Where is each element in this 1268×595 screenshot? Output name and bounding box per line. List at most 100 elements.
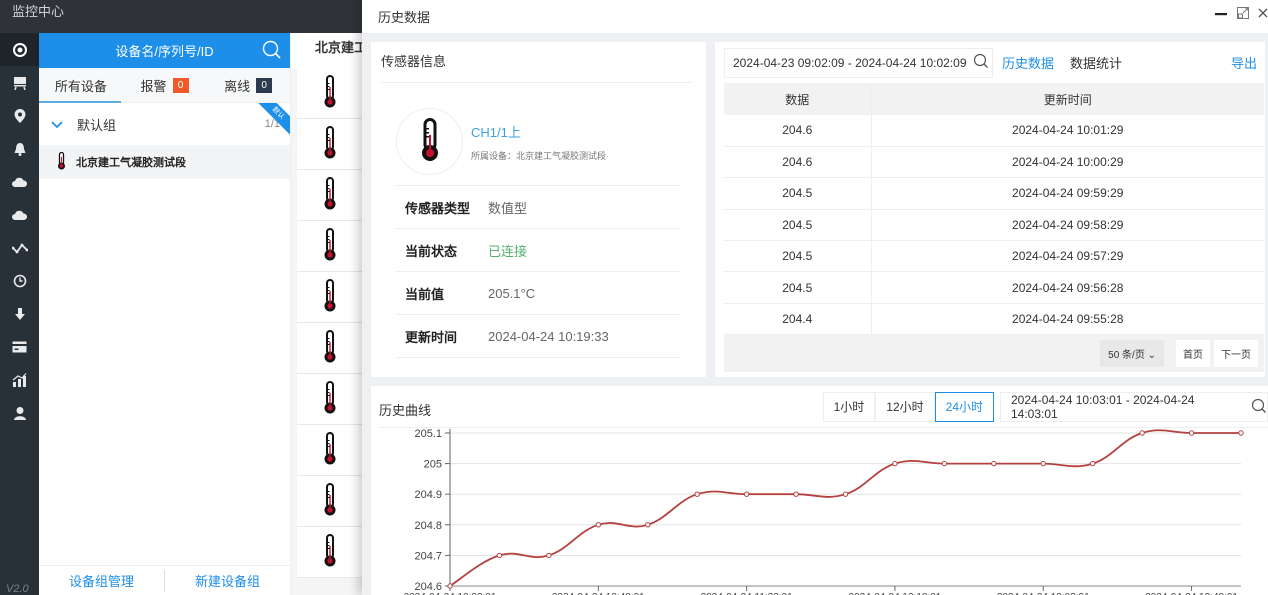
table-row: 204.5 2024-04-24 09:56:28 — [724, 271, 1264, 304]
trend-icon[interactable] — [0, 231, 39, 264]
manage-groups-button[interactable]: 设备组管理 — [39, 571, 164, 590]
stats-icon[interactable] — [0, 363, 39, 396]
thermometer-icon — [324, 278, 336, 316]
device-item[interactable]: 北京建工气凝胶测试段 — [39, 145, 290, 179]
column-header-data: 数据 — [724, 83, 872, 115]
tab-alarm[interactable]: 报警 0 — [123, 76, 207, 95]
sensor-list-item[interactable] — [297, 221, 362, 272]
data-point — [991, 460, 997, 467]
date-range-input[interactable]: 2024-04-23 09:02:09 - 2024-04-24 10:02:0… — [724, 47, 993, 78]
thermometer-icon — [419, 118, 441, 165]
search-icon[interactable] — [262, 40, 282, 63]
series-line — [449, 429, 1241, 587]
modal-header: 历史数据 — [362, 0, 1268, 33]
first-page-button[interactable]: 首页 — [1176, 340, 1210, 368]
sensor-name[interactable]: CH1/1上 — [471, 122, 606, 141]
device-panel: 设备名/序列号/ID 所有设备 报警 0 离线 0 默认组 1/1 默认 北京建工气… — [39, 33, 290, 595]
data-point — [1089, 460, 1096, 467]
thermometer-icon — [324, 533, 336, 571]
data-point — [1188, 430, 1195, 436]
info-row-current: 当前值 205.1°C — [396, 272, 681, 315]
device-panel-footer: 设备组管理 新建设备组 — [39, 565, 290, 595]
device-tabs: 所有设备 报警 0 离线 0 — [39, 68, 290, 103]
sensor-list-item[interactable] — [297, 425, 362, 476]
search-placeholder: 设备名/序列号/ID — [115, 44, 214, 59]
download-icon[interactable] — [0, 297, 39, 330]
device-group[interactable]: 默认组 1/1 默认 — [39, 103, 290, 145]
search-icon[interactable] — [973, 53, 989, 72]
data-point — [892, 460, 898, 467]
table-row: 204.5 2024-04-24 09:57:29 — [724, 240, 1264, 273]
sensor-device-label: 所属设备：北京建工气凝胶测试段 — [471, 150, 607, 161]
sensor-list-item[interactable] — [297, 476, 362, 527]
device-search-input[interactable]: 设备名/序列号/ID — [39, 33, 290, 68]
sensor-list-item[interactable] — [297, 119, 362, 170]
tab-data-stats[interactable]: 数据统计 — [1070, 53, 1122, 72]
tab-offline[interactable]: 离线 0 — [206, 76, 290, 95]
cell-time: 2024-04-24 09:58:29 — [871, 209, 1264, 242]
new-group-button[interactable]: 新建设备组 — [165, 571, 290, 590]
tab-all-devices[interactable]: 所有设备 — [39, 76, 123, 95]
history-table: 数据 更新时间 204.6 2024-04-24 10:01:29 204.6 202… — [724, 83, 1264, 336]
close-icon[interactable] — [1258, 6, 1268, 23]
data-point — [1238, 430, 1244, 436]
info-key: 传感器类型 — [405, 200, 471, 216]
info-row-updated: 更新时间 2024-04-24 10:19:33 — [396, 315, 681, 358]
next-page-button[interactable]: 下一页 — [1214, 340, 1258, 368]
thermometer-icon — [324, 482, 336, 520]
bell-icon[interactable] — [0, 132, 39, 165]
cell-time: 2024-04-24 10:01:29 — [871, 115, 1264, 147]
history-curve-card: 历史曲线 1小时 12小时 24小时 2024-04-24 10:03:01 -… — [371, 386, 1268, 595]
sensor-list-item[interactable] — [297, 170, 362, 221]
data-point — [595, 522, 602, 528]
column-header-time: 更新时间 — [871, 83, 1264, 115]
thermometer-icon — [324, 431, 336, 469]
cell-value: 204.5 — [724, 209, 872, 242]
sensor-list-item[interactable] — [297, 68, 362, 119]
y-tick-label: 204.7 — [414, 550, 442, 562]
info-row-status: 当前状态 已连接 — [396, 229, 681, 272]
cloud-icon[interactable] — [0, 165, 39, 198]
cell-value: 204.6 — [724, 146, 872, 179]
cell-value: 204.4 — [724, 303, 872, 336]
user-icon[interactable] — [0, 396, 39, 429]
offline-count-badge: 0 — [256, 77, 273, 93]
app-title: 监控中心 — [0, 0, 362, 33]
table-row: 204.5 2024-04-24 09:58:29 — [724, 209, 1264, 242]
sensor-list-item[interactable] — [297, 323, 362, 374]
data-point — [447, 583, 453, 589]
icon-sidebar: V2.0 — [0, 33, 39, 595]
sensor-list-item[interactable] — [297, 272, 362, 323]
export-button[interactable]: 导出 — [1231, 53, 1257, 72]
history-modal: 历史数据 传感器信息 CH1/1上 所属设备：北京建工气凝胶测试段 传感器类型 数… — [362, 0, 1268, 595]
cloud-icon-2[interactable] — [0, 198, 39, 231]
target-icon[interactable] — [0, 33, 39, 66]
tab-label: 所有设备 — [54, 78, 107, 94]
device-column-header: 北京建工 — [291, 33, 362, 68]
device-name: 北京建工气凝胶测试段 — [76, 157, 186, 169]
monitor-icon[interactable] — [0, 66, 39, 99]
y-tick-label: 204.8 — [414, 520, 442, 532]
maximize-icon[interactable] — [1236, 6, 1250, 23]
data-point — [793, 491, 799, 497]
history-line-chart: 204.6204.7204.8204.9205205.12024-04-24 1… — [404, 428, 1244, 595]
data-point — [496, 552, 503, 559]
data-point — [743, 491, 750, 497]
card-icon[interactable] — [0, 330, 39, 363]
data-point — [1139, 430, 1145, 436]
sensor-list-item[interactable] — [297, 374, 362, 425]
cell-time: 2024-04-24 09:59:29 — [871, 177, 1264, 210]
tab-label: 报警 — [140, 78, 167, 94]
chevron-down-icon[interactable] — [51, 116, 63, 132]
tab-history-data[interactable]: 历史数据 — [1002, 53, 1054, 72]
info-value: 2024-04-24 10:19:33 — [488, 328, 609, 344]
sensor-list-item[interactable] — [297, 527, 362, 578]
location-icon[interactable] — [0, 99, 39, 132]
minimize-icon[interactable] — [1214, 6, 1228, 23]
info-key: 当前状态 — [405, 243, 458, 259]
clock-icon[interactable] — [0, 264, 39, 297]
page-size-select[interactable]: 50 条/页 ⌄ — [1100, 340, 1164, 368]
group-name: 默认组 — [77, 117, 117, 133]
thermometer-icon — [324, 329, 336, 367]
sensor-info-title: 传感器信息 — [381, 42, 692, 83]
